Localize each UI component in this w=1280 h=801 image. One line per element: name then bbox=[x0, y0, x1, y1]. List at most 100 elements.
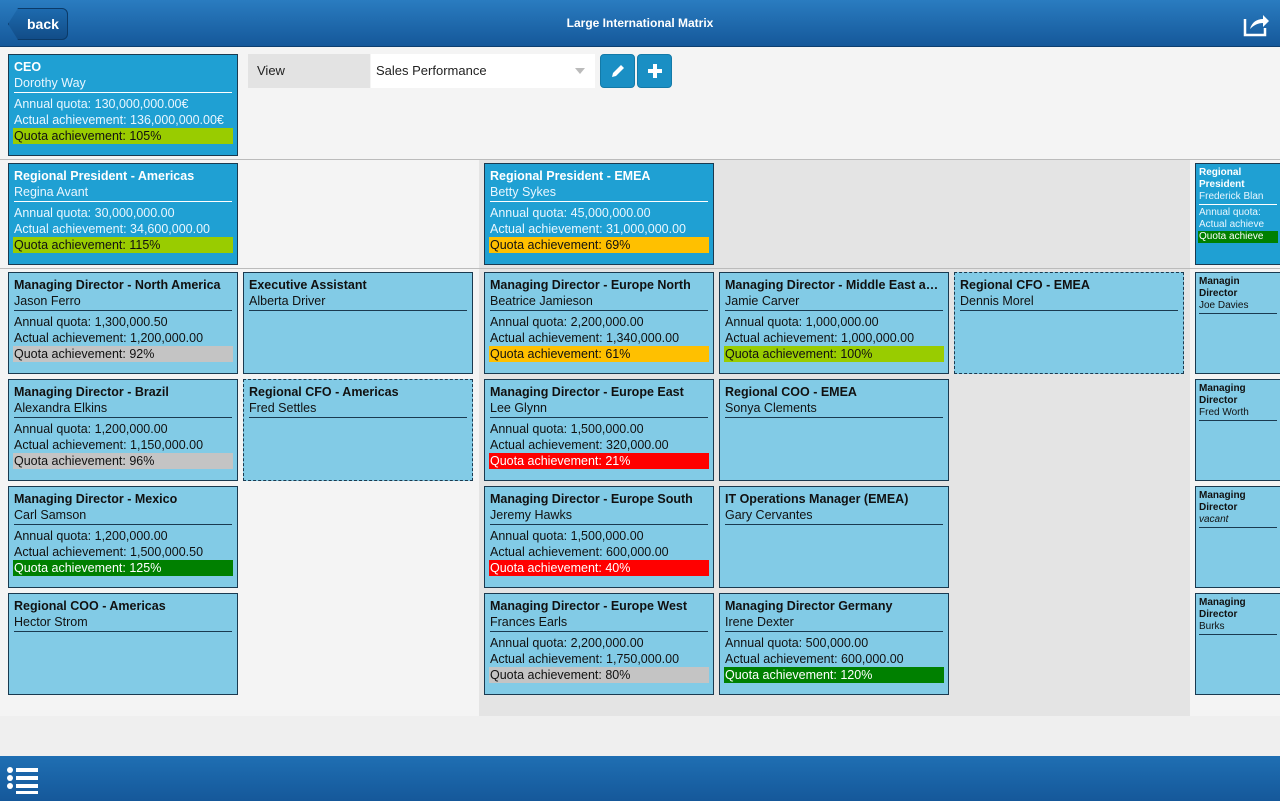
org-card[interactable]: Regional CFO - Americas Fred Settles bbox=[243, 379, 473, 481]
card-actual-achievement: Actual achievement: 1,200,000.00 bbox=[14, 331, 204, 345]
card-person-name: Burks bbox=[1199, 621, 1277, 635]
org-card[interactable]: Regional COO - EMEA Sonya Clements bbox=[719, 379, 949, 481]
card-annual-quota: Annual quota: 500,000.00 bbox=[725, 636, 869, 650]
bottom-area bbox=[0, 716, 1280, 756]
card-role: Managing Director Germany bbox=[725, 599, 893, 613]
card-person-name: vacant bbox=[1199, 514, 1277, 528]
card-person-name: Alexandra Elkins bbox=[14, 400, 232, 418]
card-actual-achievement: Actual achievement: 600,000.00 bbox=[725, 652, 904, 666]
card-role: Managing Director - Middle East and Afri… bbox=[725, 278, 943, 292]
card-person-name: Irene Dexter bbox=[725, 614, 943, 632]
pencil-icon bbox=[611, 65, 624, 77]
org-card[interactable]: Managing Director vacant bbox=[1195, 486, 1280, 588]
org-card[interactable]: Regional CFO - EMEA Dennis Morel bbox=[954, 272, 1184, 374]
card-actual-achievement: Actual achievement: 1,150,000.00 bbox=[14, 438, 204, 452]
card-person-name: Frederick Blan bbox=[1199, 191, 1277, 205]
org-card[interactable]: Managing Director - Europe East Lee Glynn… bbox=[484, 379, 714, 481]
card-annual-quota: Annual quota: 45,000,000.00 bbox=[490, 206, 651, 220]
card-quota-achievement: Quota achievement: 92% bbox=[13, 346, 233, 362]
card-role: Managing Director bbox=[1199, 383, 1246, 406]
card-role: Managing Director - Brazil bbox=[14, 385, 169, 399]
card-role: Managing Director - Europe East bbox=[490, 385, 684, 399]
card-role: Regional President - Americas bbox=[14, 169, 195, 183]
share-icon[interactable] bbox=[1242, 10, 1270, 38]
card-person-name: Betty Sykes bbox=[490, 184, 708, 202]
org-card[interactable]: Executive Assistant Alberta Driver bbox=[243, 272, 473, 374]
card-annual-quota: Annual quota: 1,200,000.00 bbox=[14, 422, 168, 436]
card-quota-achievement: Quota achievement: 61% bbox=[489, 346, 709, 362]
card-person-name: Gary Cervantes bbox=[725, 507, 943, 525]
org-card[interactable]: Managing Director - Europe South Jeremy H… bbox=[484, 486, 714, 588]
card-actual-achievement: Actual achievement: 136,000,000.00€ bbox=[14, 113, 224, 127]
chevron-down-icon bbox=[575, 68, 585, 74]
card-person-name: Joe Davies bbox=[1199, 300, 1277, 314]
org-card[interactable]: Managing Director - Middle East and Afri… bbox=[719, 272, 949, 374]
card-person-name: Fred Settles bbox=[249, 400, 467, 418]
plus-icon bbox=[647, 64, 662, 78]
org-card[interactable]: Regional President Frederick Blan Annual q… bbox=[1195, 163, 1280, 265]
card-person-name: Lee Glynn bbox=[490, 400, 708, 418]
card-person-name: Carl Samson bbox=[14, 507, 232, 525]
card-actual-achievement: Actual achieve bbox=[1199, 219, 1265, 230]
org-card[interactable]: Regional President - Americas Regina Avan… bbox=[8, 163, 238, 265]
edit-button[interactable] bbox=[600, 54, 635, 88]
card-quota-achievement: Quota achieve bbox=[1198, 231, 1278, 243]
card-annual-quota: Annual quota: 1,500,000.00 bbox=[490, 422, 644, 436]
card-role: Managing Director bbox=[1199, 597, 1246, 620]
card-role: Regional COO - EMEA bbox=[725, 385, 857, 399]
card-role: Regional CFO - EMEA bbox=[960, 278, 1090, 292]
org-card[interactable]: Managing Director - Brazil Alexandra Elki… bbox=[8, 379, 238, 481]
org-card[interactable]: CEO Dorothy Way Annual quota: 130,000,000.… bbox=[8, 54, 238, 156]
view-select[interactable]: Sales Performance bbox=[371, 54, 595, 88]
org-card[interactable]: Managing Director - Europe West Frances E… bbox=[484, 593, 714, 695]
card-role: Managing Director - North America bbox=[14, 278, 221, 292]
card-role: Managing Director - Europe North bbox=[490, 278, 691, 292]
view-select-value: Sales Performance bbox=[376, 63, 487, 78]
org-card[interactable]: Managing Director Fred Worth bbox=[1195, 379, 1280, 481]
card-quota-achievement: Quota achievement: 120% bbox=[724, 667, 944, 683]
card-actual-achievement: Actual achievement: 1,500,000.50 bbox=[14, 545, 204, 559]
org-card[interactable]: Managing Director Burks bbox=[1195, 593, 1280, 695]
card-annual-quota: Annual quota: 2,200,000.00 bbox=[490, 636, 644, 650]
card-quota-achievement: Quota achievement: 69% bbox=[489, 237, 709, 253]
org-card[interactable]: IT Operations Manager (EMEA) Gary Cervant… bbox=[719, 486, 949, 588]
card-role: Managin Director bbox=[1199, 276, 1240, 299]
card-person-name: Jason Ferro bbox=[14, 293, 232, 311]
card-annual-quota: Annual quota: bbox=[1199, 207, 1261, 218]
card-actual-achievement: Actual achievement: 320,000.00 bbox=[490, 438, 669, 452]
card-role: Managing Director - Europe West bbox=[490, 599, 688, 613]
card-role: Managing Director bbox=[1199, 490, 1246, 513]
card-role: Managing Director - Europe South bbox=[490, 492, 693, 506]
card-role: Regional COO - Americas bbox=[14, 599, 166, 613]
list-icon[interactable] bbox=[6, 766, 40, 794]
card-person-name: Dorothy Way bbox=[14, 75, 232, 93]
add-button[interactable] bbox=[637, 54, 672, 88]
card-quota-achievement: Quota achievement: 100% bbox=[724, 346, 944, 362]
org-card[interactable]: Regional COO - Americas Hector Strom bbox=[8, 593, 238, 695]
card-person-name: Beatrice Jamieson bbox=[490, 293, 708, 311]
card-person-name: Frances Earls bbox=[490, 614, 708, 632]
org-card[interactable]: Managin Director Joe Davies bbox=[1195, 272, 1280, 374]
card-person-name: Jamie Carver bbox=[725, 293, 943, 311]
card-actual-achievement: Actual achievement: 1,750,000.00 bbox=[490, 652, 680, 666]
header-bar: back Large International Matrix bbox=[0, 0, 1280, 47]
card-annual-quota: Annual quota: 1,000,000.00 bbox=[725, 315, 879, 329]
org-card[interactable]: Managing Director - North America Jason F… bbox=[8, 272, 238, 374]
card-role: Managing Director - Mexico bbox=[14, 492, 178, 506]
org-card[interactable]: Managing Director - Mexico Carl Samson Ann… bbox=[8, 486, 238, 588]
card-actual-achievement: Actual achievement: 1,000,000.00 bbox=[725, 331, 915, 345]
card-person-name: Fred Worth bbox=[1199, 407, 1277, 421]
card-actual-achievement: Actual achievement: 600,000.00 bbox=[490, 545, 669, 559]
card-role: Regional President bbox=[1199, 167, 1245, 190]
card-annual-quota: Annual quota: 130,000,000.00€ bbox=[14, 97, 189, 111]
org-card[interactable]: Regional President - EMEA Betty Sykes Annu… bbox=[484, 163, 714, 265]
card-role: IT Operations Manager (EMEA) bbox=[725, 492, 909, 506]
card-quota-achievement: Quota achievement: 96% bbox=[13, 453, 233, 469]
page-title: Large International Matrix bbox=[566, 16, 714, 30]
card-person-name: Alberta Driver bbox=[249, 293, 467, 311]
card-annual-quota: Annual quota: 2,200,000.00 bbox=[490, 315, 644, 329]
org-card[interactable]: Managing Director - Europe North Beatrice… bbox=[484, 272, 714, 374]
org-card[interactable]: Managing Director Germany Irene Dexter Ann… bbox=[719, 593, 949, 695]
card-annual-quota: Annual quota: 1,200,000.00 bbox=[14, 529, 168, 543]
card-quota-achievement: Quota achievement: 125% bbox=[13, 560, 233, 576]
